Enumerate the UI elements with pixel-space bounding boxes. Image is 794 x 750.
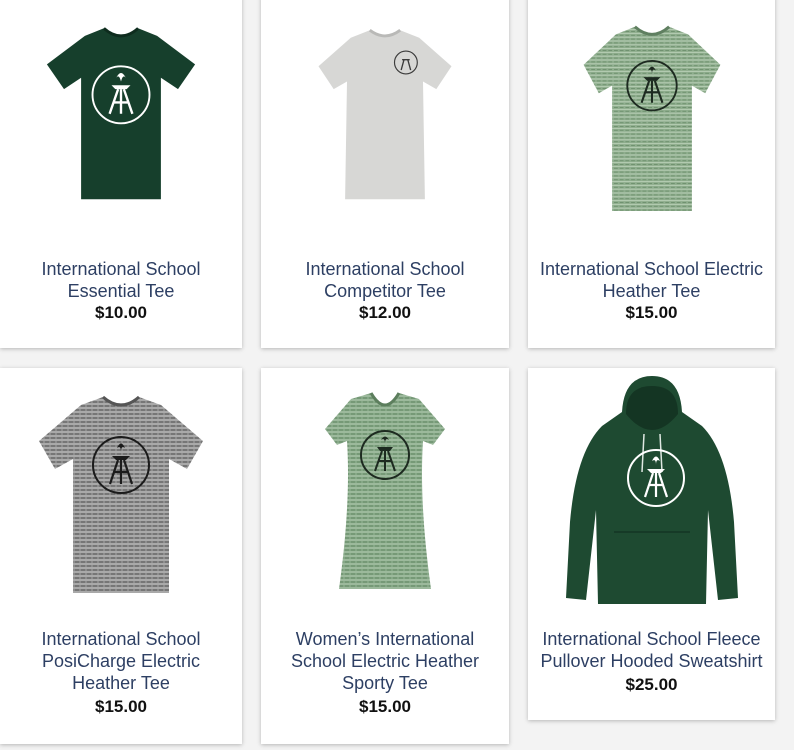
tshirt-icon <box>39 395 203 593</box>
product-image-essential-tee[interactable] <box>0 10 242 210</box>
product-title[interactable]: International School Electric Heather Te… <box>534 258 769 302</box>
hoodie-icon <box>565 376 738 604</box>
product-price: $25.00 <box>625 675 678 694</box>
product-price: $15.00 <box>625 303 678 322</box>
product-image-womens-sporty-tee[interactable] <box>261 378 509 608</box>
product-price: $12.00 <box>359 303 411 322</box>
product-card-competitor-tee[interactable]: International School Competitor Tee $12.… <box>261 0 509 348</box>
product-image-posicharge-tee[interactable] <box>0 378 242 608</box>
product-card-essential-tee[interactable]: International School Essential Tee $10.0… <box>0 0 242 348</box>
product-card-electric-heather-tee[interactable]: International School Electric Heather Te… <box>528 0 775 348</box>
product-title[interactable]: International School Fleece Pullover Hoo… <box>534 628 769 672</box>
product-card-posicharge-tee[interactable]: International School PosiCharge Electric… <box>0 368 242 744</box>
product-title[interactable]: International School Competitor Tee <box>267 258 503 302</box>
product-image-electric-heather-tee[interactable] <box>528 10 775 224</box>
product-image-fleece-hoodie[interactable] <box>528 372 775 612</box>
product-card-fleece-hoodie[interactable]: International School Fleece Pullover Hoo… <box>528 368 775 720</box>
tshirt-icon <box>46 27 196 200</box>
product-title[interactable]: International School Essential Tee <box>6 258 236 302</box>
product-title[interactable]: Women’s International School Electric He… <box>267 628 503 694</box>
product-card-womens-sporty-tee[interactable]: Women’s International School Electric He… <box>261 368 509 744</box>
product-price: $15.00 <box>95 697 147 716</box>
product-price: $10.00 <box>95 303 147 322</box>
product-price: $15.00 <box>359 697 411 716</box>
product-image-competitor-tee[interactable] <box>261 10 509 210</box>
product-title[interactable]: International School PosiCharge Electric… <box>6 628 236 694</box>
tshirt-icon <box>325 392 445 589</box>
tshirt-icon <box>318 29 452 200</box>
tshirt-icon <box>583 25 720 212</box>
